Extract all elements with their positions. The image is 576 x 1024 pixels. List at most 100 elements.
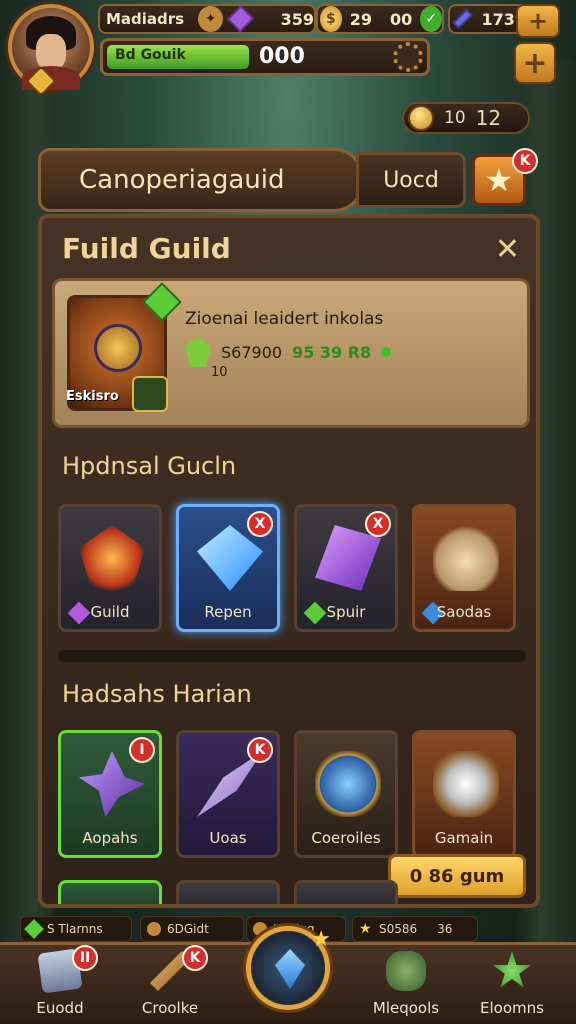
item-slot-partial[interactable] <box>176 880 280 904</box>
gear-icon <box>147 922 161 936</box>
status-item-4: ★ S0586 36 <box>352 916 478 942</box>
status-text-2: 6DGidt <box>167 922 209 936</box>
nav-item-croolke[interactable]: K Croolke <box>120 945 220 1024</box>
tab-strip: Canoperiagauid Uocd ★ K <box>38 148 538 212</box>
emblem-rank-icon <box>132 376 168 412</box>
item-badge: I <box>129 737 155 763</box>
nav-badge: K <box>182 945 208 971</box>
status-item-1: S Tlarnns <box>20 916 132 942</box>
item-label: Coeroiles <box>311 829 381 847</box>
tab-second[interactable]: Uocd <box>356 152 466 208</box>
compass-icon: ✦ <box>198 6 224 32</box>
experience-value: 000 <box>259 44 305 69</box>
timer-value-a: 10 <box>444 108 466 128</box>
shield-icon <box>79 525 145 591</box>
timer-coin-icon <box>408 105 434 131</box>
item-slot-repen[interactable]: X Repen <box>176 504 280 632</box>
panel-title: Fuild Guild <box>62 232 231 265</box>
nav-item-euodd[interactable]: II Euodd <box>10 945 110 1024</box>
avatar-face <box>36 34 66 70</box>
status-item-2: 6DGidt <box>140 916 244 942</box>
item-label: Guild <box>90 603 130 621</box>
purple-gem-icon <box>226 5 255 33</box>
item-label: Aopahs <box>82 829 138 847</box>
emblem-gem-icon <box>142 282 182 322</box>
section-divider <box>58 650 526 662</box>
close-icon[interactable]: ✕ <box>495 232 520 267</box>
item-badge: X <box>247 511 273 537</box>
item-label: Uoas <box>209 829 247 847</box>
tab-second-label: Uocd <box>383 167 439 193</box>
guild-card-title: Zioenai leaidert inkolas <box>185 309 384 329</box>
status-text-5: 36 <box>437 922 453 936</box>
resource2-value: 29 <box>349 9 372 29</box>
ore-icon <box>433 751 499 817</box>
guild-card-small: 10 <box>211 365 228 380</box>
top-hud: Madiadrs ✦ 359 $ 29 00 ✓ 1739 + Bd Gouik… <box>0 0 576 100</box>
star-icon: ★ <box>311 927 331 952</box>
emblem-core-icon <box>94 324 142 372</box>
tab-main-label: Canoperiagauid <box>79 165 285 195</box>
item-slot-gamain[interactable]: Gamain <box>412 730 516 858</box>
item-label: Repen <box>204 603 252 621</box>
nav-item-eloomns[interactable]: Eloomns <box>462 945 562 1024</box>
item-slot-partial[interactable] <box>58 880 162 904</box>
guild-card-value1: S67900 <box>221 342 283 362</box>
nav-label: Croolke <box>141 999 199 1017</box>
timer-pill: 10 12 <box>402 102 530 134</box>
item-slot-guild[interactable]: Guild <box>58 504 162 632</box>
item-slot-partial[interactable] <box>294 880 398 904</box>
guild-card-stats: S67900 95 39 R8 <box>185 337 392 367</box>
nav-badge: II <box>72 945 98 971</box>
item-slot-spuir[interactable]: X Spuir <box>294 504 398 632</box>
experience-label: Bd Gouik <box>115 47 186 63</box>
star-icon: ★ <box>359 921 372 937</box>
creature-icon <box>433 525 499 591</box>
guild-info-card[interactable]: Eskisro Zioenai leaidert inkolas S67900 … <box>52 278 530 428</box>
experience-bar: Bd Gouik 000 <box>100 38 430 76</box>
guild-panel: Fuild Guild ✕ Eskisro Zioenai leaidert i… <box>38 214 540 908</box>
tab-main[interactable]: Canoperiagauid <box>38 148 364 212</box>
blue-gem-icon <box>452 8 474 30</box>
gold-coin-icon: $ <box>320 6 342 32</box>
add-gems-button[interactable]: + <box>516 4 560 38</box>
emblem-label: Eskisro <box>66 389 119 404</box>
item-label: Saodas <box>436 603 492 621</box>
resource-bar-2: $ 29 00 ✓ <box>316 4 444 34</box>
nav-label: Eloomns <box>480 999 544 1017</box>
player-name: Madiadrs <box>106 10 185 28</box>
notification-badge: K <box>512 148 538 174</box>
gear-icon[interactable] <box>393 42 423 72</box>
item-slot-saodas[interactable]: Saodas <box>412 504 516 632</box>
item-badge: K <box>247 737 273 763</box>
item-slot-coeroiles[interactable]: Coeroiles <box>294 730 398 858</box>
status-text-1: S Tlarnns <box>47 922 103 936</box>
item-slot-uoas[interactable]: K Uoas <box>176 730 280 858</box>
crystal-icon <box>275 949 305 989</box>
item-slot-aopahs[interactable]: I Aopahs <box>58 730 162 858</box>
status-text-4: S0586 <box>379 922 418 936</box>
nav-label: Mleqools <box>372 999 440 1017</box>
section2-title: Hadsahs Harian <box>62 680 252 708</box>
add-button[interactable]: + <box>514 42 556 84</box>
center-crystal-button[interactable]: ★ <box>246 926 331 1010</box>
section1-title: Hpdnsal Gucln <box>62 452 237 480</box>
resource1-value: 359 <box>280 9 314 29</box>
player-name-bar: Madiadrs ✦ 359 <box>98 4 316 34</box>
online-dot-icon <box>381 347 392 357</box>
guild-card-value2: 95 39 R8 <box>292 342 372 362</box>
green-gem-icon <box>24 919 44 939</box>
gum-button[interactable]: 0 86 gum <box>388 854 526 898</box>
guild-emblem: Eskisro <box>66 282 182 412</box>
monster-shield-icon <box>315 751 381 817</box>
resource3-value: 00 <box>390 9 413 29</box>
item-badge: X <box>365 511 391 537</box>
green-crystal-icon <box>185 337 211 367</box>
nav-item-mleqools[interactable]: Mleqools <box>356 945 456 1024</box>
check-icon: ✓ <box>420 6 442 32</box>
green-star-icon <box>492 951 532 988</box>
stone-icon <box>386 951 426 991</box>
item-label: Gamain <box>434 829 494 847</box>
item-label: Spuir <box>326 603 366 621</box>
player-avatar[interactable] <box>8 4 94 97</box>
